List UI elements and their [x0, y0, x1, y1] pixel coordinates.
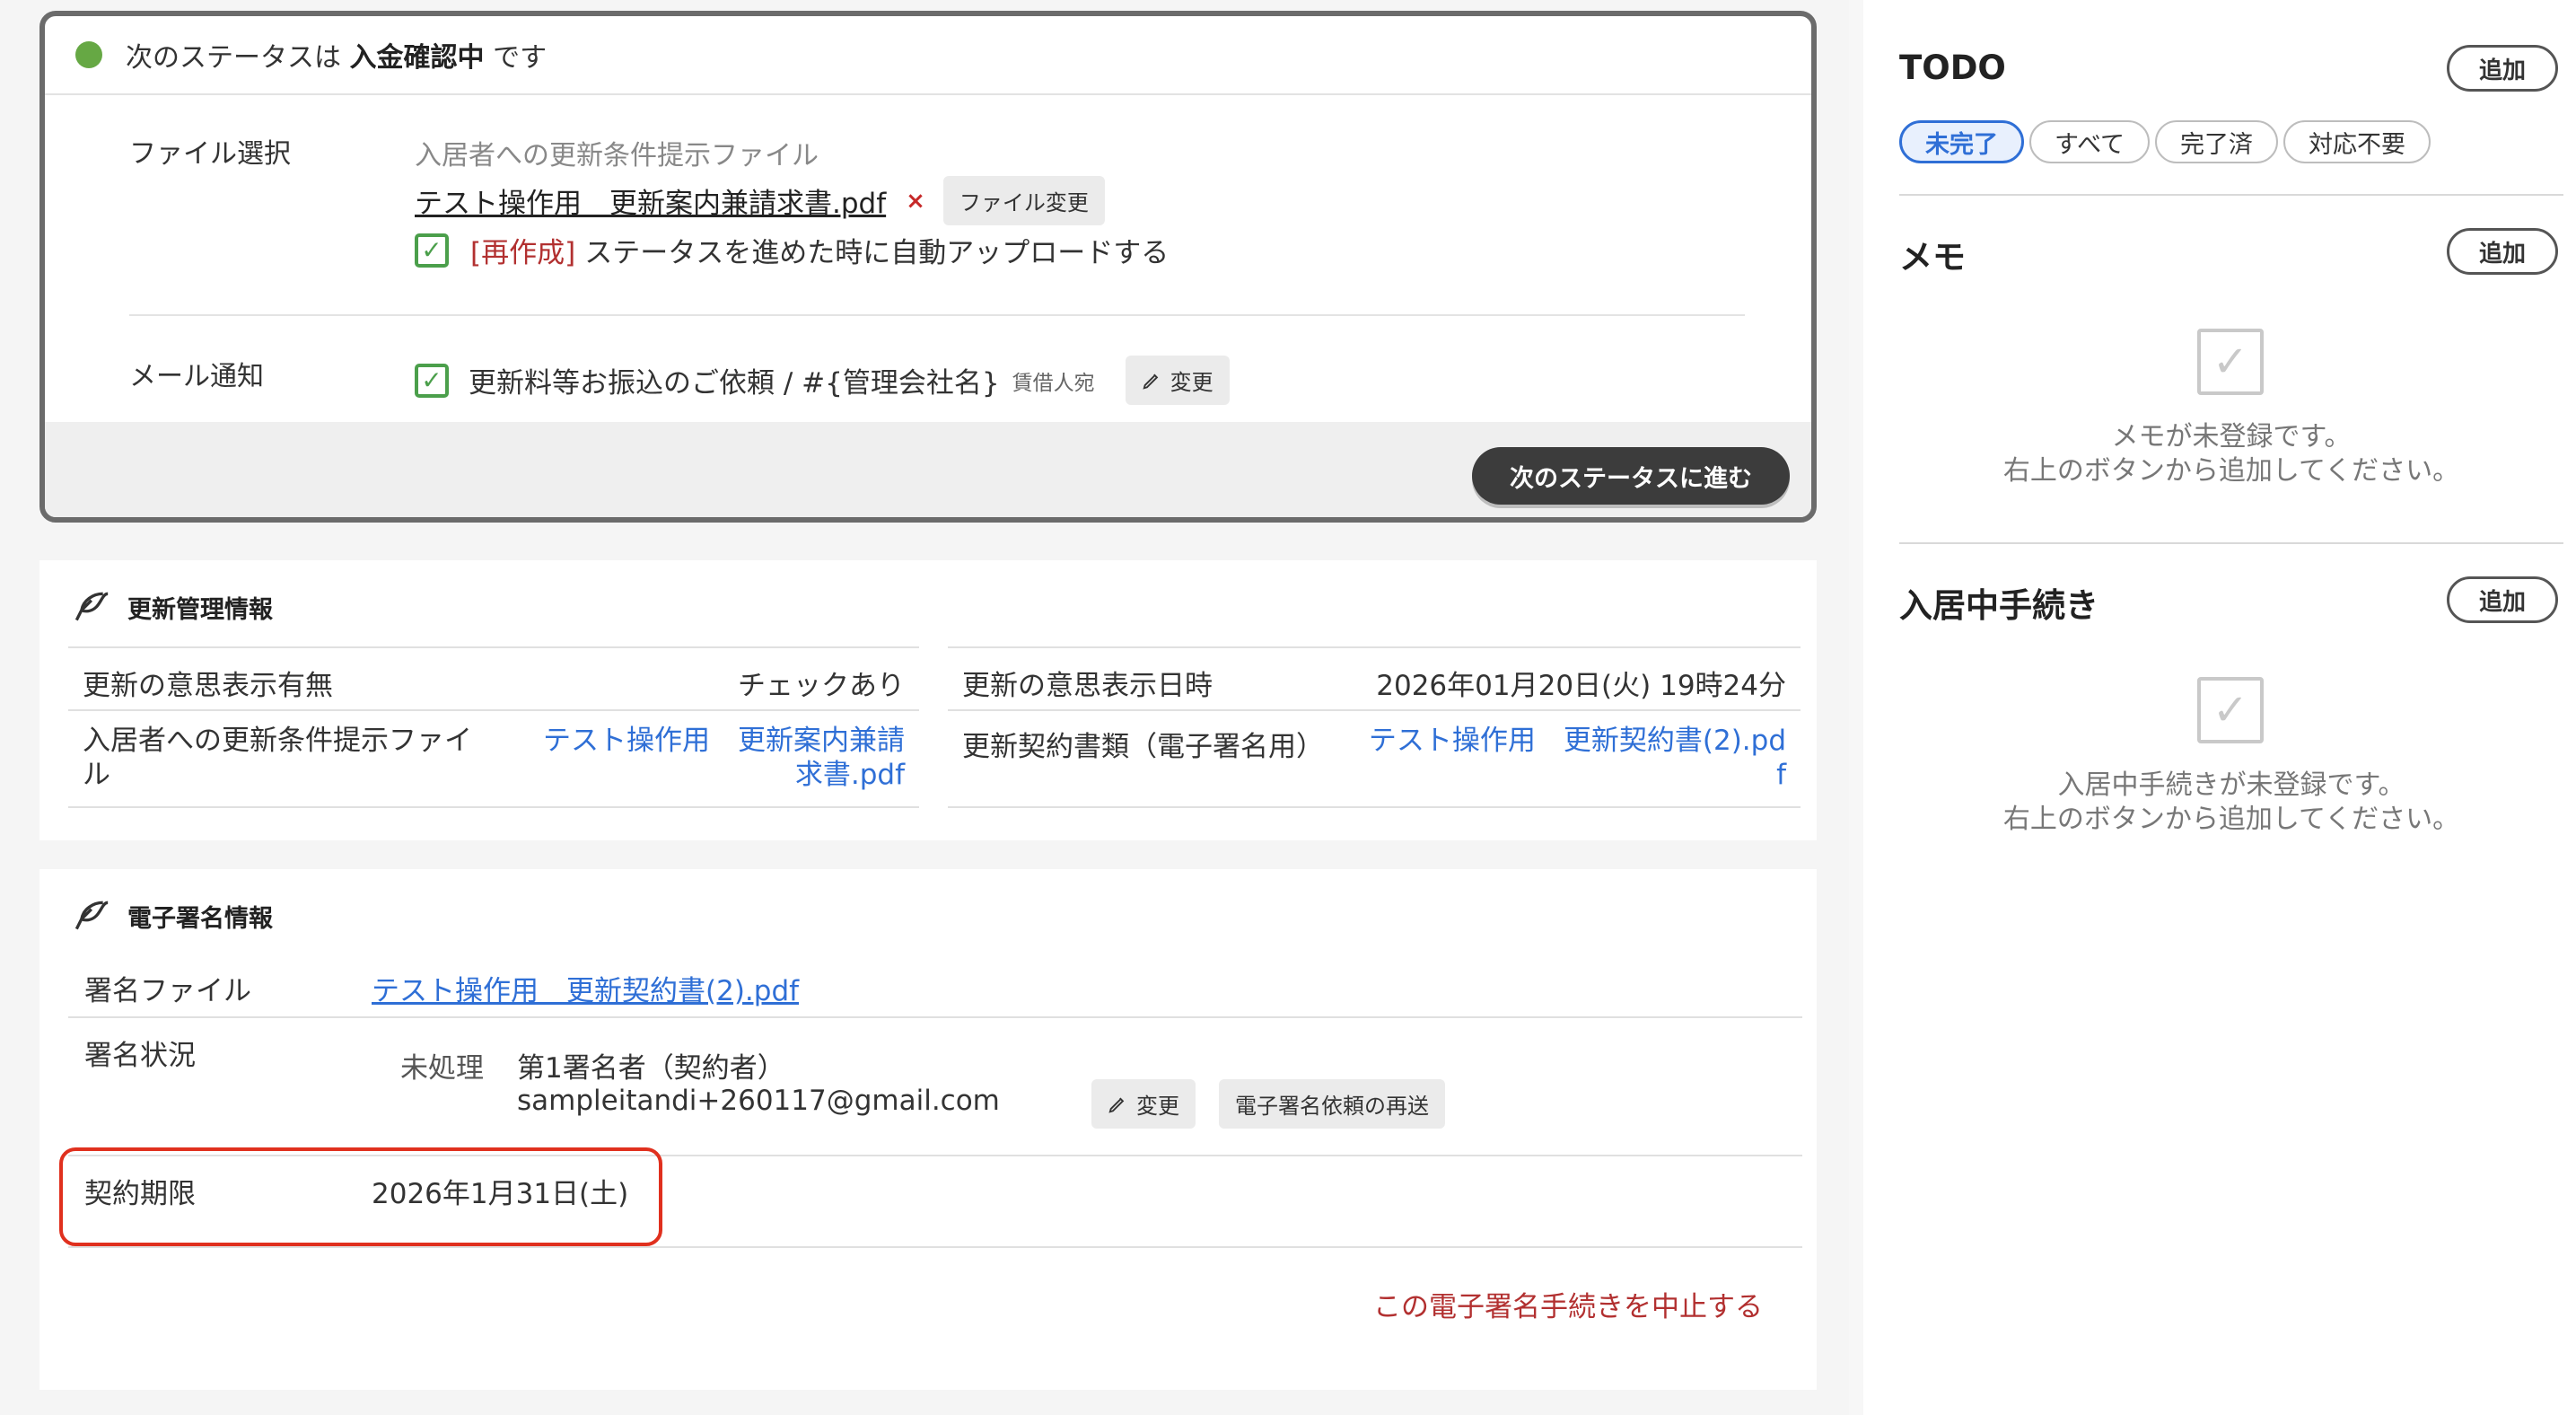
signer-role: 第1署名者（契約者） [517, 1052, 785, 1085]
todo-add-button[interactable]: 追加 [2447, 45, 2558, 92]
esign-title-text: 電子署名情報 [127, 904, 273, 933]
cancel-esign-link[interactable]: この電子署名手続きを中止する [1373, 1284, 1763, 1324]
todo-filters: 未完了 すべて 完了済 対応不要 [1899, 120, 2431, 163]
mail-line: ✓ 更新料等お振込のご依頼 / #{管理会社名} 賃借人宛 変更 [415, 356, 1230, 405]
contract-link-1: テスト操作用 更新契約書(2).pd [1368, 725, 1786, 757]
sidebar: TODO 追加 未完了 すべて 完了済 対応不要 メモ 追加 ✓ メモが未登録で… [1863, 0, 2576, 1415]
mail-label: メール通知 [129, 361, 264, 392]
resend-request-button[interactable]: 電子署名依頼の再送 [1219, 1079, 1445, 1129]
file-caption: 入居者への更新条件提示ファイル [415, 140, 819, 171]
table-row: 更新の意思表示有無 チェックあり [68, 646, 919, 711]
sign-status-label: 署名状況 [84, 1040, 196, 1072]
filter-incomplete[interactable]: 未完了 [1899, 120, 2024, 163]
procedures-empty-line-1: 入居中手続きが未登録です。 [2057, 769, 2405, 801]
offer-file-link-1: テスト操作用 更新案内兼請 [543, 725, 905, 757]
file-select-label: ファイル選択 [129, 138, 291, 170]
todo-title: TODO [1899, 48, 2006, 87]
memo-empty-message: メモが未登録です。 右上のボタンから追加してください。 [1899, 420, 2563, 488]
feather-icon [74, 901, 109, 930]
renewal-title: 更新管理情報 [70, 587, 273, 627]
status-header: 次のステータスは 入金確認中 です [45, 16, 1811, 95]
intent-label: 更新の意思表示有無 [83, 670, 333, 702]
offer-file-label: 入居者への更新条件提示ファイ ル [83, 724, 472, 792]
divider [68, 1016, 1802, 1018]
divider [68, 1246, 1802, 1248]
status-footer: 次のステータスに進む [45, 422, 1811, 517]
sign-file-label: 署名ファイル [84, 975, 251, 1007]
memo-empty-line-2: 右上のボタンから追加してください。 [2002, 455, 2460, 487]
intent-value: チェックあり [738, 670, 905, 702]
status-dot-icon [75, 41, 102, 68]
procedures-title: 入居中手続き [1899, 586, 2098, 625]
status-name: 入金確認中 [349, 42, 485, 74]
mail-change-label: 変更 [1170, 370, 1214, 395]
empty-check-icon: ✓ [2197, 677, 2264, 743]
main-content: 次のステータスは 入金確認中 です ファイル選択 入居者への更新条件提示ファイル… [0, 0, 1849, 1415]
auto-upload-option: ✓ [再作成] ステータスを進めた時に自動アップロードする [415, 230, 1169, 270]
renewal-section: 更新管理情報 更新の意思表示有無 チェックあり 更新の意思表示日時 2026年0… [39, 560, 1817, 840]
file-line: テスト操作用 更新案内兼請求書.pdf × ファイル変更 [415, 176, 1105, 225]
intent-date-label: 更新の意思表示日時 [962, 670, 1213, 702]
mail-checkbox[interactable]: ✓ [415, 363, 449, 398]
memo-add-button[interactable]: 追加 [2447, 228, 2558, 275]
procedures-empty-message: 入居中手続きが未登録です。 右上のボタンから追加してください。 [1899, 769, 2563, 837]
auto-upload-text: ステータスを進めた時に自動アップロードする [584, 237, 1170, 269]
procedures-empty-line-2: 右上のボタンから追加してください。 [2002, 804, 2460, 835]
mail-template: 更新料等お振込のご依頼 / #{管理会社名} [469, 367, 1000, 400]
next-status-button[interactable]: 次のステータスに進む [1472, 447, 1790, 505]
signer-change-button[interactable]: 変更 [1091, 1079, 1196, 1129]
pencil-icon [1108, 1096, 1125, 1113]
divider [129, 314, 1745, 316]
filter-all[interactable]: すべて [2029, 120, 2151, 163]
filter-not-required[interactable]: 対応不要 [2283, 120, 2431, 163]
signer-email: sampleitandi+260117@gmail.com [517, 1085, 1000, 1117]
divider [1899, 194, 2563, 196]
contract-file-link[interactable]: テスト操作用 更新契約書(2).pd f [1369, 724, 1786, 792]
divider [1899, 542, 2563, 544]
file-change-button[interactable]: ファイル変更 [942, 176, 1105, 225]
selected-file-link[interactable]: テスト操作用 更新案内兼請求書.pdf [415, 180, 886, 221]
signer-change-label: 変更 [1136, 1094, 1179, 1119]
auto-upload-checkbox[interactable]: ✓ [415, 233, 449, 268]
memo-empty-line-1: メモが未登録です。 [2111, 421, 2352, 453]
pencil-icon [1142, 373, 1158, 390]
table-row: 更新の意思表示日時 2026年01月20日(火) 19時24分 [948, 646, 1801, 711]
sign-file-link[interactable]: テスト操作用 更新契約書(2).pdf [372, 968, 799, 1008]
offer-file-link[interactable]: テスト操作用 更新案内兼請 求書.pdf [543, 724, 905, 792]
filter-completed[interactable]: 完了済 [2155, 120, 2279, 163]
status-card: 次のステータスは 入金確認中 です ファイル選択 入居者への更新条件提示ファイル… [39, 11, 1817, 523]
recreate-tag: [再作成] [470, 237, 576, 269]
intent-date-value: 2026年01月20日(火) 19時24分 [1376, 670, 1786, 702]
sign-state: 未処理 [400, 1052, 484, 1085]
mail-change-button[interactable]: 変更 [1125, 356, 1230, 405]
status-message: 次のステータスは 入金確認中 です [126, 35, 547, 75]
feather-icon [74, 592, 109, 621]
empty-check-icon: ✓ [2197, 329, 2264, 395]
highlight-box [59, 1147, 662, 1246]
contract-link-2: f [1776, 759, 1786, 791]
procedures-add-button[interactable]: 追加 [2447, 576, 2558, 623]
offer-file-label-2: ル [83, 759, 110, 791]
contract-label: 更新契約書類（電子署名用） [962, 731, 1324, 763]
remove-file-icon[interactable]: × [906, 188, 925, 215]
esign-title: 電子署名情報 [70, 896, 273, 936]
status-suffix: です [493, 42, 548, 74]
table-row: 入居者への更新条件提示ファイ ル テスト操作用 更新案内兼請 求書.pdf [68, 709, 919, 808]
mail-recipient: 賃借人宛 [1012, 371, 1095, 395]
offer-file-label-1: 入居者への更新条件提示ファイ [83, 725, 472, 757]
status-prefix: 次のステータスは [126, 42, 341, 74]
offer-file-link-2: 求書.pdf [794, 759, 905, 791]
memo-title: メモ [1899, 238, 1966, 277]
table-row: 更新契約書類（電子署名用） テスト操作用 更新契約書(2).pd f [948, 709, 1801, 808]
renewal-title-text: 更新管理情報 [127, 595, 273, 624]
